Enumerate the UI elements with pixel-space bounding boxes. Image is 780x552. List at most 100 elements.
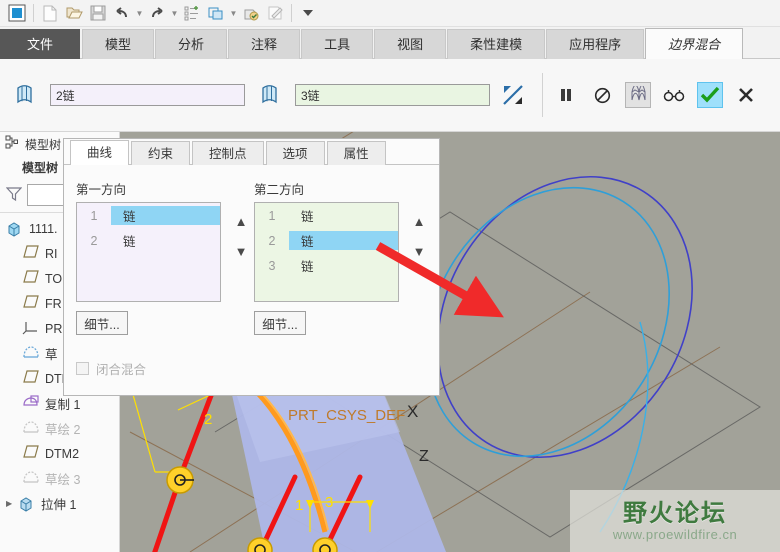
cancel-button[interactable] bbox=[733, 82, 759, 108]
closed-blend-checkbox[interactable]: 闭合混合 bbox=[76, 359, 146, 378]
chain-label-3: 3 bbox=[325, 494, 333, 511]
toolbar-separator-2 bbox=[291, 4, 292, 22]
tab-control-points[interactable]: 控制点 bbox=[192, 141, 264, 165]
dashboard-separator bbox=[542, 73, 543, 117]
window-icon[interactable] bbox=[204, 2, 228, 24]
new-file-icon[interactable] bbox=[38, 2, 62, 24]
redo-icon[interactable] bbox=[145, 2, 169, 24]
feature-dashboard: 2链 3链 bbox=[0, 59, 780, 132]
datum-plane-icon bbox=[22, 369, 40, 388]
preview-mesh-button[interactable] bbox=[625, 82, 651, 108]
tab-options[interactable]: 选项 bbox=[265, 141, 325, 165]
chain-label-1: 1 bbox=[295, 497, 303, 514]
second-direction-surface-icon bbox=[257, 80, 287, 110]
edit-icon[interactable] bbox=[263, 2, 287, 24]
app-logo-icon[interactable] bbox=[5, 2, 29, 24]
diagonal-resize-icon[interactable] bbox=[500, 82, 526, 108]
second-direction-detail-button[interactable]: 细节... bbox=[254, 311, 306, 335]
arrow-up-icon[interactable]: ▲ bbox=[413, 214, 426, 230]
filter-icon[interactable] bbox=[5, 186, 23, 205]
arrow-down-icon[interactable]: ▼ bbox=[413, 244, 426, 260]
row-index: 1 bbox=[90, 208, 98, 223]
tree-item-label: TO bbox=[45, 271, 63, 286]
glasses-preview-button[interactable] bbox=[661, 82, 687, 108]
watermark-url: www.proewildfire.cn bbox=[612, 526, 738, 542]
close-window-icon[interactable] bbox=[239, 2, 263, 24]
ribbon-tab-boundary-blend[interactable]: 边界混合 bbox=[645, 28, 744, 59]
ribbon-tab-annotate[interactable]: 注释 bbox=[228, 29, 301, 59]
list-item[interactable]: 2 链 bbox=[77, 228, 220, 253]
undo-icon[interactable] bbox=[110, 2, 134, 24]
second-direction-group: 第二方向 1 链 2 链 3 链 细节... bbox=[254, 179, 399, 335]
first-direction-reorder-arrows: ▲ ▼ bbox=[232, 207, 250, 267]
sketch-icon bbox=[22, 470, 40, 488]
curves-panel: 曲线 约束 控制点 选项 属性 第一方向 1 链 2 链 细节... ▲ ▼ 第… bbox=[63, 138, 440, 396]
window-dropdown-icon[interactable]: ▼ bbox=[228, 2, 239, 24]
list-item[interactable]: 1 链 bbox=[77, 203, 220, 228]
tree-item-label: 复制 1 bbox=[45, 398, 81, 412]
row-index: 2 bbox=[90, 233, 98, 248]
list-item[interactable]: 3 链 bbox=[255, 253, 398, 278]
pause-button[interactable] bbox=[553, 82, 579, 108]
undo-dropdown-icon[interactable]: ▼ bbox=[134, 2, 145, 24]
quick-access-toolbar: ▼ ▼ ▼ bbox=[0, 0, 780, 27]
no-entry-button[interactable] bbox=[589, 82, 615, 108]
arrow-down-icon[interactable]: ▼ bbox=[235, 244, 248, 260]
row-label: 链 bbox=[301, 210, 314, 224]
tab-curves[interactable]: 曲线 bbox=[70, 140, 130, 165]
first-direction-title: 第一方向 bbox=[76, 183, 127, 197]
copy-icon bbox=[22, 394, 40, 413]
tree-item-sketch-2[interactable]: 草绘 2 bbox=[0, 416, 119, 441]
toolbar-separator bbox=[33, 4, 34, 22]
tree-item-label: 草 bbox=[45, 348, 58, 362]
second-direction-title: 第二方向 bbox=[254, 183, 305, 197]
ribbon-tab-tools[interactable]: 工具 bbox=[301, 29, 374, 59]
ribbon-tab-flexible-modeling[interactable]: 柔性建模 bbox=[447, 29, 546, 59]
ribbon-tab-applications[interactable]: 应用程序 bbox=[546, 29, 645, 59]
ribbon-tab-model[interactable]: 模型 bbox=[82, 29, 155, 59]
row-index: 2 bbox=[268, 233, 276, 248]
tree-item-label: PR bbox=[45, 321, 63, 336]
ribbon-tab-file[interactable]: 文件 bbox=[0, 29, 81, 59]
accept-button[interactable] bbox=[697, 82, 723, 108]
second-direction-reorder-arrows: ▲ ▼ bbox=[410, 207, 428, 267]
arrow-up-icon[interactable]: ▲ bbox=[235, 214, 248, 230]
row-label: 链 bbox=[111, 206, 220, 225]
row-index: 3 bbox=[268, 258, 276, 273]
sketch-icon bbox=[22, 345, 40, 363]
first-chain-input[interactable]: 2链 bbox=[50, 84, 245, 106]
tree-item-extrude-1[interactable]: ▶ 拉伸 1 bbox=[0, 491, 119, 516]
list-item[interactable]: 2 链 bbox=[255, 228, 398, 253]
csys-label-visible: PRT_CSYS_DEF bbox=[288, 407, 405, 424]
tree-item-sketch-3[interactable]: 草绘 3 bbox=[0, 466, 119, 491]
tree-item-dtm2[interactable]: DTM2 bbox=[0, 441, 119, 466]
open-file-icon[interactable] bbox=[62, 2, 86, 24]
list-item[interactable]: 1 链 bbox=[255, 203, 398, 228]
customize-dropdown-icon[interactable] bbox=[296, 2, 320, 24]
chain-label-2: 2 bbox=[204, 411, 212, 428]
watermark-title: 野火论坛 bbox=[623, 499, 727, 527]
tab-constraints[interactable]: 约束 bbox=[131, 141, 191, 165]
datum-plane-icon bbox=[22, 269, 40, 288]
ribbon-tab-view[interactable]: 视图 bbox=[374, 29, 447, 59]
row-label: 链 bbox=[289, 231, 398, 250]
save-icon[interactable] bbox=[86, 2, 110, 24]
tab-properties[interactable]: 属性 bbox=[326, 141, 386, 165]
closed-blend-label: 闭合混合 bbox=[96, 363, 147, 377]
datum-plane-icon bbox=[22, 294, 40, 313]
ribbon-tab-analysis[interactable]: 分析 bbox=[155, 29, 228, 59]
redo-dropdown-icon[interactable]: ▼ bbox=[169, 2, 180, 24]
tree-item-label: FR bbox=[45, 296, 62, 311]
first-direction-surface-icon bbox=[12, 80, 42, 110]
datum-plane-icon bbox=[22, 244, 40, 263]
row-label: 链 bbox=[301, 260, 314, 274]
first-direction-detail-button[interactable]: 细节... bbox=[76, 311, 128, 335]
second-chain-input[interactable]: 3链 bbox=[295, 84, 490, 106]
tree-item-label: RI bbox=[45, 246, 58, 261]
first-direction-list[interactable]: 1 链 2 链 bbox=[76, 202, 221, 302]
chevron-right-icon[interactable]: ▶ bbox=[6, 499, 17, 508]
second-direction-list[interactable]: 1 链 2 链 3 链 bbox=[254, 202, 399, 302]
checkbox-box[interactable] bbox=[76, 362, 89, 375]
regenerate-icon[interactable] bbox=[180, 2, 204, 24]
row-index: 1 bbox=[268, 208, 276, 223]
